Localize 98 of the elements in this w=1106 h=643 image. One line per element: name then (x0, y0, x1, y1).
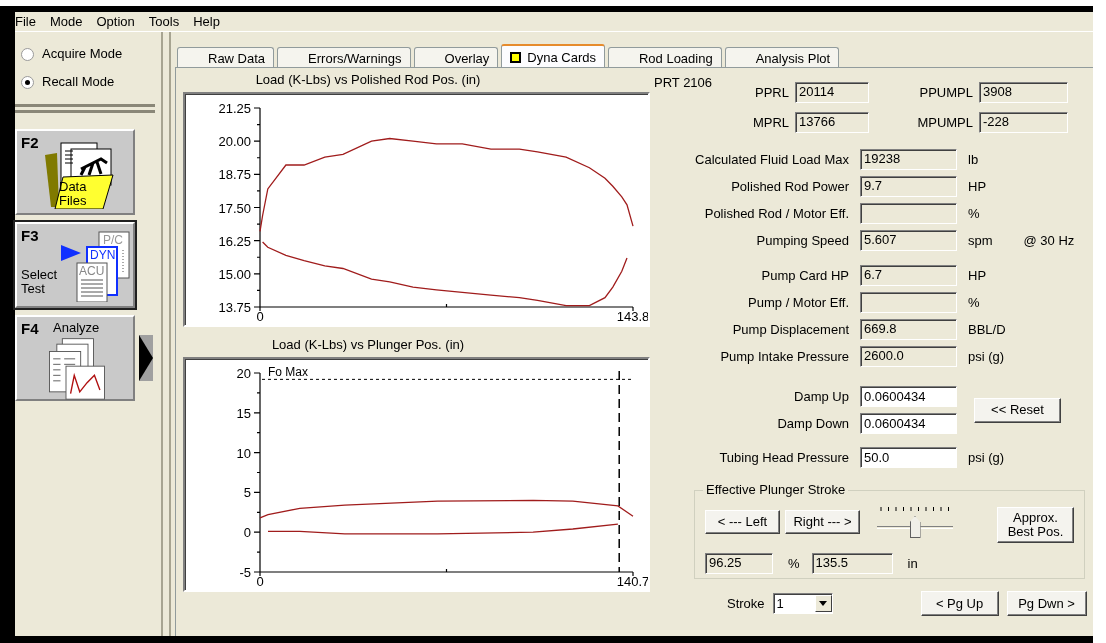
field-label: Pump Intake Pressure (719, 348, 849, 365)
input-field[interactable]: 50.0 (860, 447, 957, 468)
unit-label: % (968, 205, 980, 222)
radio-button[interactable] (21, 75, 34, 89)
well-id: PRT 2106 (654, 75, 714, 92)
chart-title: Load (K-Lbs) vs Polished Rod Pos. (in) (254, 72, 482, 89)
menu-item[interactable]: Help (186, 13, 227, 30)
tick-label: 140.7 (616, 574, 648, 589)
unit-label: lb (968, 151, 979, 168)
tick-label: -5 (239, 565, 251, 580)
menu-item[interactable]: File (15, 13, 43, 30)
tick-label: 16.25 (218, 233, 251, 249)
group-title: Effective Plunger Stroke (703, 482, 849, 498)
tick-label: 13.75 (218, 300, 251, 315)
input-field[interactable]: 0.0600434 (860, 386, 957, 407)
dropdown[interactable]: 1 (772, 593, 833, 614)
tick-label: 21.25 (218, 101, 251, 116)
menu-item[interactable]: Option (89, 13, 142, 30)
menu-item[interactable]: Mode (42, 13, 90, 30)
field-label: Pump Displacement (731, 321, 849, 338)
readonly-field: -228 (979, 112, 1068, 133)
right-button[interactable]: Right --- > (785, 510, 860, 534)
field-label: Tubing Head Pressure (718, 449, 849, 466)
tick-label: 20.00 (218, 134, 251, 150)
unit-label: HP (968, 267, 987, 284)
radio-label[interactable]: Recall Mode (42, 74, 115, 90)
chart-title: Load (K-Lbs) vs Plunger Pos. (in) (270, 337, 466, 354)
reset-button[interactable]: << Reset (974, 397, 1061, 423)
readonly-field: 2600.0 (860, 346, 957, 367)
document-label: P/C (103, 233, 123, 247)
readonly-field: 9.7 (860, 176, 957, 197)
unit-label: BBL/D (968, 321, 1006, 338)
best-position-button[interactable]: Approx. Best Pos. (997, 507, 1074, 543)
field-label: Polished Rod / Motor Eff. (703, 205, 849, 222)
readonly-field: 669.8 (860, 319, 957, 340)
unit-label: % (788, 555, 800, 572)
arrow-right-icon (139, 335, 153, 381)
readonly-field: 135.5 (811, 553, 893, 574)
field-label: Damp Up (793, 388, 849, 405)
tick-label: 10 (236, 445, 251, 461)
field-label: PPUMPL (918, 84, 973, 101)
radio-button[interactable] (21, 47, 34, 61)
tick-label: 15 (236, 405, 251, 421)
tick-label: 0 (256, 574, 264, 589)
reference-label: Fo Max (268, 365, 308, 380)
readonly-field: 19238 (860, 149, 957, 170)
left-button[interactable]: < --- Left (705, 510, 780, 534)
readonly-field: 3908 (979, 82, 1068, 103)
unit-label: % (968, 294, 980, 311)
tick-label: 18.75 (218, 167, 251, 183)
input-field[interactable]: 0.0600434 (860, 413, 957, 434)
arrow-icon (61, 245, 81, 261)
field-label: Polished Rod Power (730, 178, 849, 195)
slider-thumb[interactable] (909, 516, 921, 538)
page-button[interactable]: < Pg Up (920, 591, 999, 616)
unit-label: in (907, 555, 918, 572)
readonly-field: 13766 (795, 112, 869, 133)
menu-item[interactable]: Tools (141, 13, 187, 30)
slider[interactable] (875, 507, 955, 537)
tab[interactable]: Dyna Cards (501, 44, 605, 67)
field-label: MPRL (751, 114, 789, 131)
tab[interactable]: Rod Loading (607, 47, 722, 67)
note-text: @ 30 Hz (1022, 232, 1075, 249)
field-label: Pump / Motor Eff. (747, 294, 849, 311)
readonly-field: 96.25 (705, 553, 773, 574)
tick-label: 15.00 (218, 266, 251, 282)
field-label: Stroke (727, 595, 765, 612)
tab[interactable]: Raw Data (177, 47, 275, 67)
tab[interactable]: Errors/Warnings (277, 47, 411, 67)
field-label: Damp Down (776, 415, 849, 432)
field-label: Calculated Fluid Load Max (694, 151, 849, 168)
field-label: Pump Card HP (760, 267, 849, 284)
tick-label: 143.8 (616, 309, 648, 324)
field-label: Pumping Speed (755, 232, 849, 249)
field-label: MPUMPL (916, 114, 973, 131)
tick-label: 0 (256, 309, 264, 324)
page-button[interactable]: Pg Dwn > (1006, 591, 1087, 616)
tick-label: 20 (236, 366, 251, 381)
tick-label: 0 (243, 525, 251, 541)
document-label: ACU (79, 264, 105, 278)
unit-label: psi (g) (968, 348, 1005, 365)
document-icon (76, 262, 108, 302)
unit-label: psi (g) (968, 449, 1005, 466)
tab[interactable]: Analysis Plot (724, 47, 840, 67)
radio-label[interactable]: Acquire Mode (42, 46, 123, 62)
readonly-field: 6.7 (860, 265, 957, 286)
function-key-button[interactable]: F2 Data Files (15, 129, 135, 215)
readonly-field: 20114 (795, 82, 869, 103)
readonly-field: 5.607 (860, 230, 957, 251)
function-key-button[interactable]: F4 Analyze (15, 315, 135, 401)
tick-label: 5 (243, 485, 251, 501)
tab[interactable]: Overlay (413, 47, 499, 67)
unit-label: HP (968, 178, 987, 195)
document-label: DYN (90, 248, 116, 262)
field-label: PPRL (754, 84, 789, 101)
unit-label: spm (968, 232, 993, 249)
square-icon (510, 52, 522, 63)
tick-label: 17.50 (218, 200, 251, 216)
